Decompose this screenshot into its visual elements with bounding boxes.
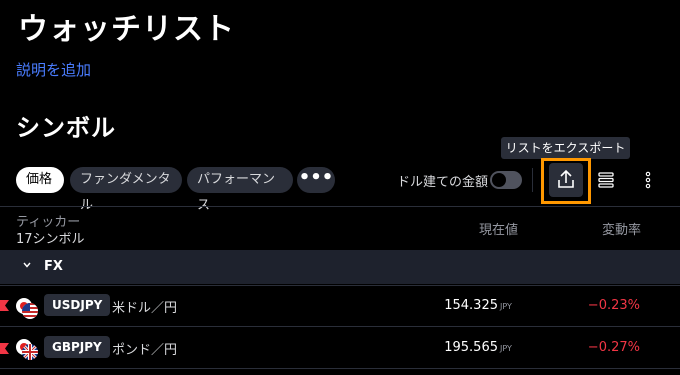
header-divider — [0, 206, 680, 207]
uk-flag-icon — [22, 344, 38, 360]
column-change[interactable]: 変動率 — [602, 219, 641, 238]
ticker-badge[interactable]: USDJPY — [44, 294, 111, 316]
export-button[interactable] — [549, 163, 583, 197]
flag-marker-icon[interactable] — [0, 343, 9, 354]
tab-performance[interactable]: パフォーマンス — [187, 167, 293, 213]
group-label: FX — [44, 259, 63, 274]
column-price[interactable]: 現在値 — [479, 219, 518, 238]
chevron-down-icon[interactable] — [22, 260, 32, 270]
page-title: ウォッチリスト — [18, 12, 235, 47]
us-flag-icon — [22, 303, 38, 319]
usd-toggle-knob — [492, 173, 506, 187]
change-percent: −0.23% — [587, 298, 640, 313]
list-layout-icon[interactable] — [597, 170, 617, 190]
symbol-description: ポンド／円 — [112, 343, 178, 358]
more-vertical-icon[interactable] — [642, 170, 654, 190]
section-title: シンボル — [16, 114, 116, 142]
symbol-description: 米ドル／円 — [112, 301, 178, 316]
usd-toggle-label: ドル建ての金額 — [397, 175, 489, 190]
export-tooltip: リストをエクスポート — [501, 137, 630, 159]
row-divider — [0, 285, 680, 286]
row-divider — [0, 326, 680, 327]
row-divider — [0, 368, 680, 369]
ticker-badge[interactable]: GBPJPY — [44, 336, 110, 358]
price-unit: JPY — [500, 344, 512, 353]
flag-marker-icon[interactable] — [0, 300, 9, 311]
change-percent: −0.27% — [587, 340, 640, 355]
group-header-fx[interactable] — [0, 250, 680, 284]
last-price: 195.565 — [444, 340, 498, 355]
price-unit: JPY — [500, 302, 512, 311]
tab-fundamentals[interactable]: ファンダメンタル — [70, 167, 182, 213]
tab-price[interactable]: 価格 — [16, 167, 64, 193]
last-price: 154.325 — [444, 298, 498, 313]
toolbar-divider — [532, 168, 533, 192]
more-tabs-button[interactable]: ••• — [297, 167, 335, 193]
symbol-count: 17シンボル — [16, 232, 85, 247]
export-icon — [558, 169, 574, 188]
add-description-link[interactable]: 説明を追加 — [16, 59, 91, 80]
